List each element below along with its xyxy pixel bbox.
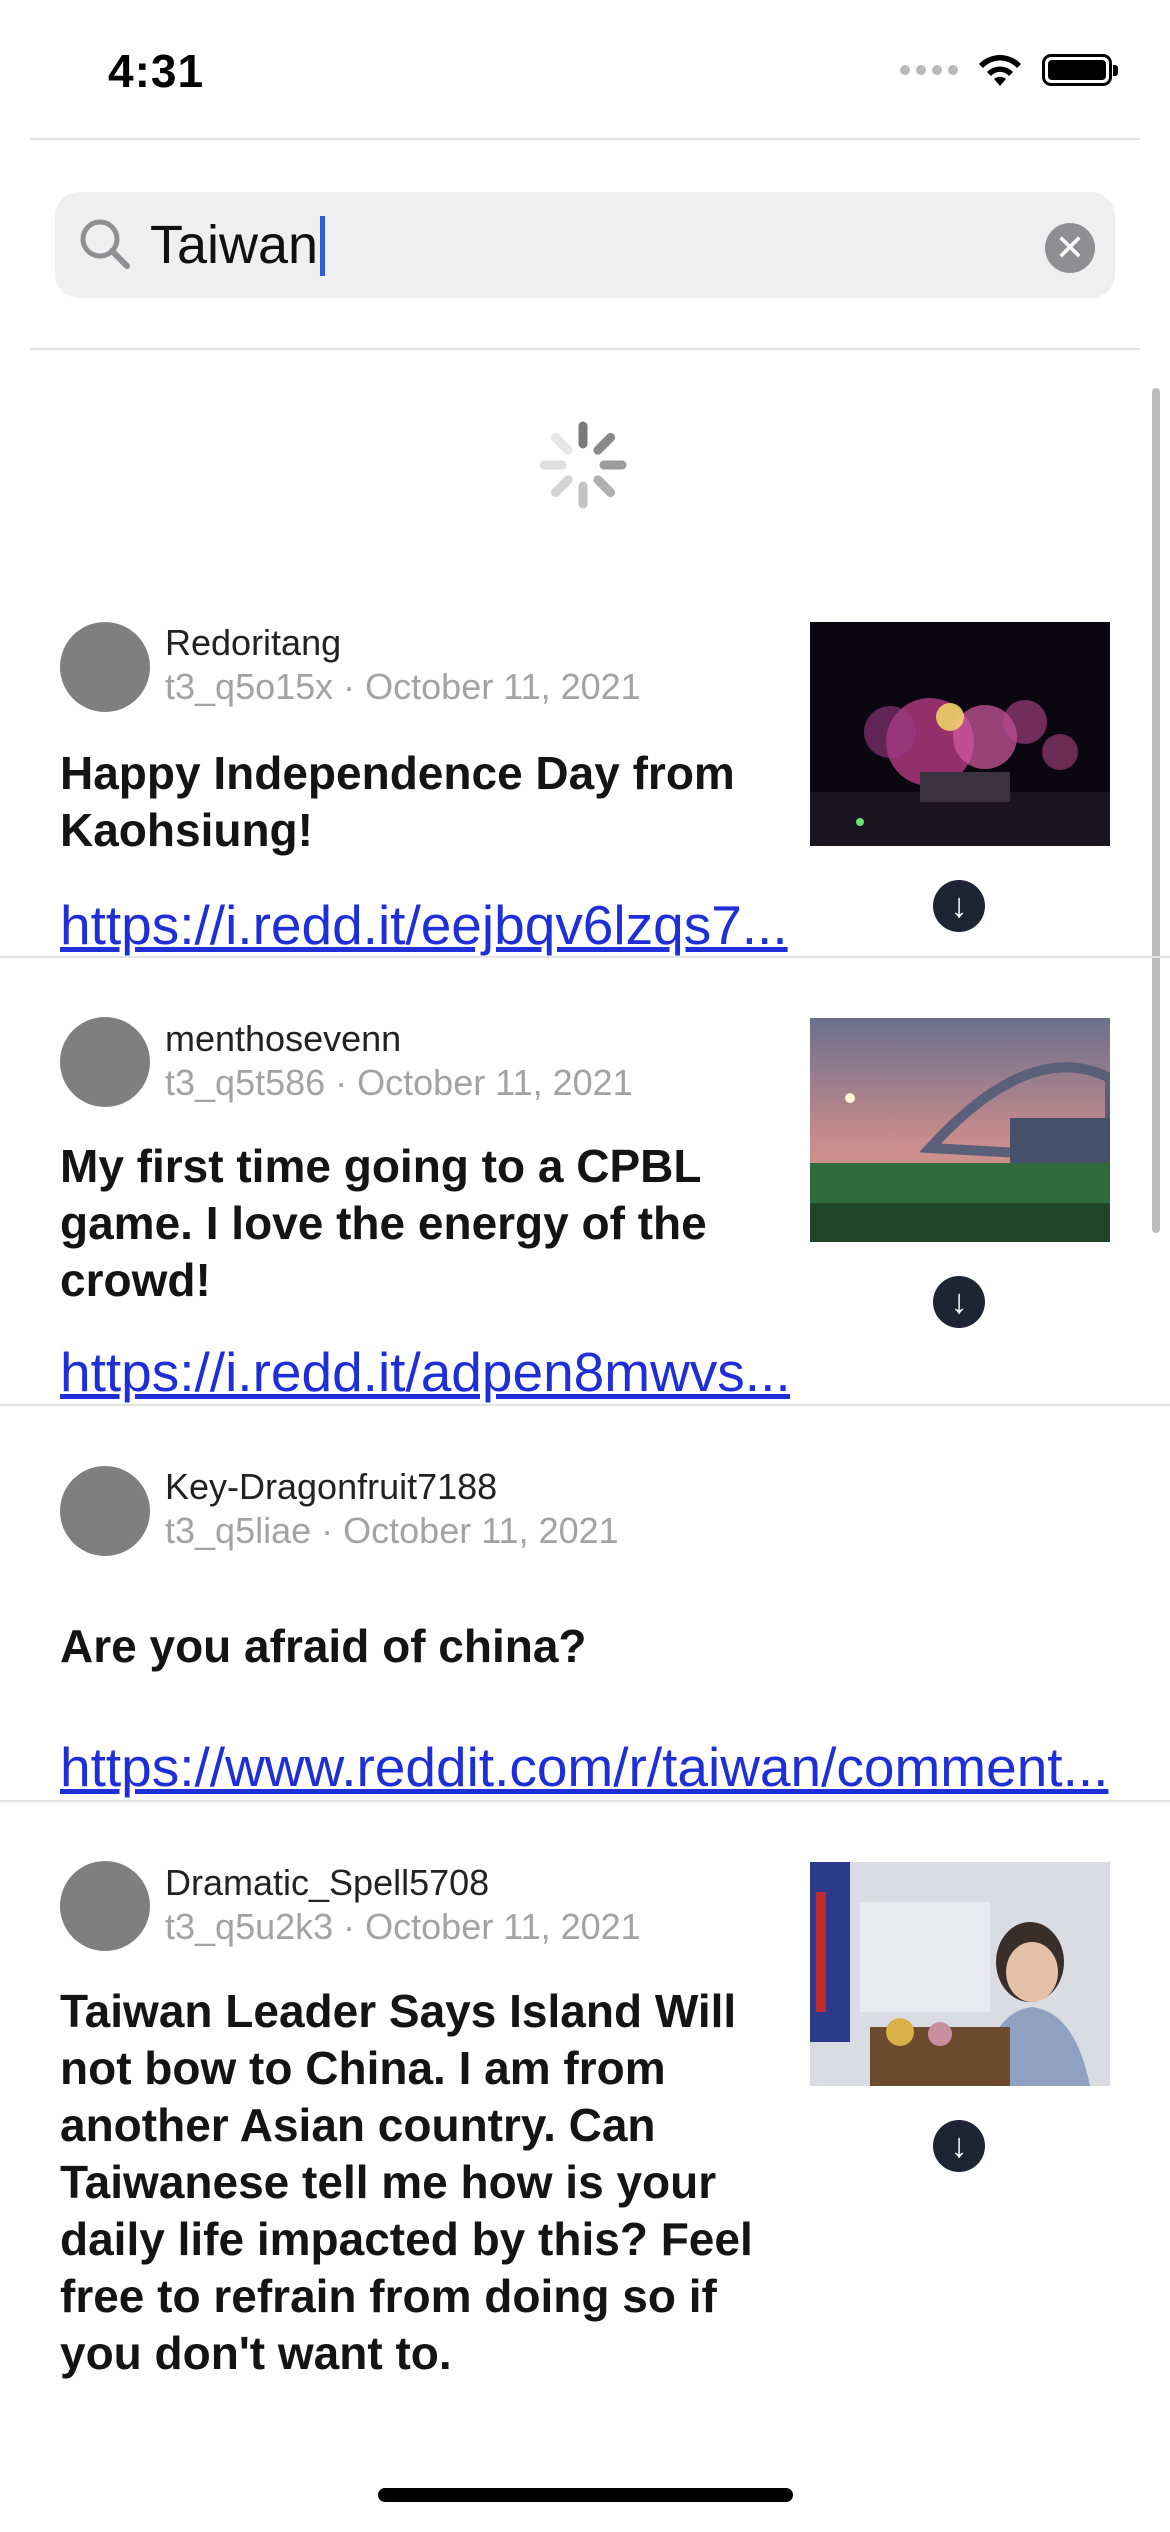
meta-separator: · xyxy=(325,1062,358,1103)
post-meta: t3_q5o15x · October 11, 2021 xyxy=(165,666,641,708)
meta-separator: · xyxy=(333,666,366,707)
post-link[interactable]: https://www.reddit.com/r/taiwan/comment.… xyxy=(60,1735,1120,1799)
avatar[interactable] xyxy=(60,622,150,712)
download-button[interactable]: ↓ xyxy=(933,2120,985,2172)
post-author[interactable]: Key-Dragonfruit7188 xyxy=(165,1466,497,1508)
avatar[interactable] xyxy=(60,1466,150,1556)
post-id: t3_q5t586 xyxy=(165,1062,326,1103)
search-bar[interactable]: Taiwan xyxy=(55,192,1115,298)
post-author[interactable]: menthosevenn xyxy=(165,1018,401,1060)
search-input[interactable]: Taiwan xyxy=(150,214,326,276)
post-date: October 11, 2021 xyxy=(343,1510,619,1551)
search-icon xyxy=(80,219,130,269)
post-link[interactable]: https://i.redd.it/adpen8mwvs... xyxy=(60,1340,790,1404)
status-time: 4:31 xyxy=(108,45,205,97)
text-caret xyxy=(320,215,326,276)
post-meta: t3_q5u2k3 · October 11, 2021 xyxy=(165,1906,641,1948)
post-id: t3_q5o15x xyxy=(165,666,334,707)
post-id: t3_q5u2k3 xyxy=(165,1906,334,1947)
post-link[interactable]: https://i.redd.it/eejbqv6lzqs7... xyxy=(60,893,790,957)
arrow-down-circle-icon: ↓ xyxy=(950,1283,968,1321)
post-title: Happy Independence Day from Kaohsiung! xyxy=(60,747,735,856)
post-id: t3_q5liae xyxy=(165,1510,312,1551)
post-separator xyxy=(0,1404,1170,1406)
post-thumbnail[interactable] xyxy=(810,1862,1110,2086)
post-separator xyxy=(0,1800,1170,1802)
home-indicator[interactable] xyxy=(378,2488,793,2502)
divider xyxy=(30,348,1140,350)
post-date: October 11, 2021 xyxy=(357,1062,633,1103)
scrollbar[interactable] xyxy=(1152,388,1160,1233)
loading-spinner-icon xyxy=(539,421,627,509)
battery-icon xyxy=(1042,54,1118,86)
post-date: October 11, 2021 xyxy=(365,666,641,707)
avatar[interactable] xyxy=(60,1861,150,1951)
post-title: Taiwan Leader Says Island Will not bow t… xyxy=(60,1985,753,2379)
post-separator xyxy=(0,956,1170,958)
status-icons xyxy=(900,52,1118,88)
post-title: Are you afraid of china? xyxy=(60,1620,587,1672)
cellular-signal-icon xyxy=(900,65,958,75)
meta-separator: · xyxy=(311,1510,344,1551)
avatar[interactable] xyxy=(60,1017,150,1107)
post-thumbnail[interactable] xyxy=(810,622,1110,846)
post-author[interactable]: Redoritang xyxy=(165,622,341,664)
status-bar: 4:31 xyxy=(0,0,1170,140)
divider xyxy=(30,138,1140,140)
meta-separator: · xyxy=(333,1906,366,1947)
arrow-down-circle-icon: ↓ xyxy=(950,2127,968,2165)
download-button[interactable]: ↓ xyxy=(933,1276,985,1328)
post-thumbnail[interactable] xyxy=(810,1018,1110,1242)
post-meta: t3_q5liae · October 11, 2021 xyxy=(165,1510,619,1552)
post-title: My first time going to a CPBL game. I lo… xyxy=(60,1140,707,1306)
wifi-icon xyxy=(979,55,1021,86)
post-date: October 11, 2021 xyxy=(365,1906,641,1947)
download-button[interactable]: ↓ xyxy=(933,880,985,932)
arrow-down-circle-icon: ↓ xyxy=(950,887,968,925)
clear-search-button[interactable]: ✕ xyxy=(1045,223,1095,273)
post-meta: t3_q5t586 · October 11, 2021 xyxy=(165,1062,633,1104)
post-author[interactable]: Dramatic_Spell5708 xyxy=(165,1862,489,1904)
search-query: Taiwan xyxy=(150,215,319,275)
